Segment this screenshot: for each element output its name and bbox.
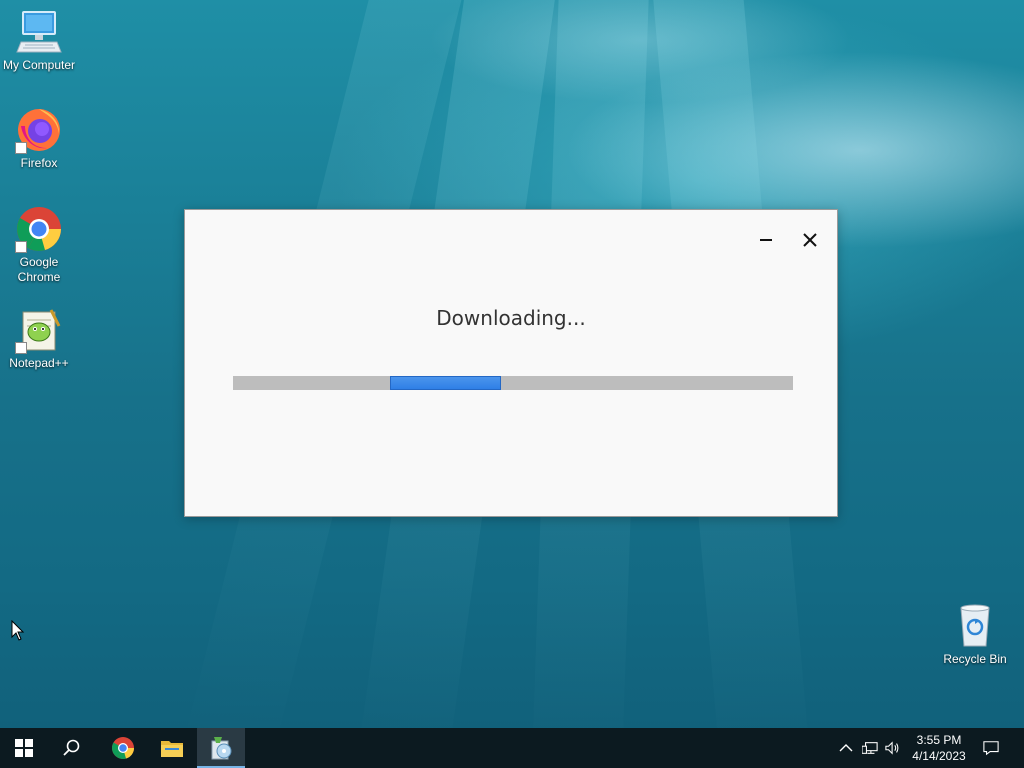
desktop-icon-label: Notepad++ <box>9 356 69 370</box>
shortcut-arrow-icon <box>15 342 27 354</box>
chrome-icon <box>112 737 134 759</box>
desktop-icon-label: Recycle Bin <box>943 652 1007 666</box>
desktop-icon-notepad-plus-plus[interactable]: Notepad++ <box>1 306 77 371</box>
taskbar-installer-button[interactable] <box>197 728 245 768</box>
dialog-title: Downloading... <box>436 306 586 330</box>
chrome-icon <box>15 205 63 253</box>
download-dialog: Downloading... <box>184 209 838 517</box>
network-button[interactable] <box>862 740 878 756</box>
mouse-cursor-icon <box>11 620 25 641</box>
desktop-icon-recycle-bin[interactable]: Recycle Bin <box>937 602 1013 667</box>
folder-icon <box>161 741 183 757</box>
progress-bar-fill <box>390 376 501 390</box>
clock-time: 3:55 PM <box>916 733 962 747</box>
windows-start-icon <box>15 739 33 757</box>
computer-icon <box>15 8 63 56</box>
desktop-icon-my-computer[interactable]: My Computer <box>1 8 77 73</box>
close-button[interactable] <box>798 228 822 252</box>
taskbar-chrome-button[interactable] <box>99 728 147 768</box>
minimize-icon <box>760 239 772 241</box>
taskbar-file-explorer-button[interactable] <box>148 728 196 768</box>
volume-icon <box>885 741 899 755</box>
shortcut-arrow-icon <box>15 241 27 253</box>
taskbar: 3:55 PM 4/14/2023 <box>0 728 1024 768</box>
show-hidden-icons-button[interactable] <box>838 740 854 756</box>
search-button[interactable] <box>48 728 96 768</box>
desktop-icon-label: Firefox <box>20 156 58 170</box>
minimize-button[interactable] <box>754 228 778 252</box>
close-icon <box>803 233 817 247</box>
action-center-button[interactable] <box>983 740 999 756</box>
notepad-plus-plus-icon <box>15 306 63 354</box>
installer-icon <box>211 737 232 760</box>
desktop-icon-firefox[interactable]: Firefox <box>1 106 77 171</box>
recycle-bin-icon <box>951 602 999 650</box>
progress-bar <box>233 376 793 390</box>
desktop-icon-label: Google Chrome <box>17 255 61 284</box>
search-icon <box>63 739 80 756</box>
start-button[interactable] <box>0 728 48 768</box>
chevron-up-icon <box>839 744 853 752</box>
volume-button[interactable] <box>885 740 901 756</box>
notification-icon <box>983 741 999 756</box>
shortcut-arrow-icon <box>15 142 27 154</box>
network-icon <box>862 742 878 754</box>
firefox-icon <box>15 106 63 154</box>
clock-date: 4/14/2023 <box>912 749 966 763</box>
clock-button[interactable]: 3:55 PM 4/14/2023 <box>904 732 974 764</box>
desktop-icon-label: My Computer <box>2 58 76 72</box>
desktop-icon-google-chrome[interactable]: Google Chrome <box>1 205 77 285</box>
